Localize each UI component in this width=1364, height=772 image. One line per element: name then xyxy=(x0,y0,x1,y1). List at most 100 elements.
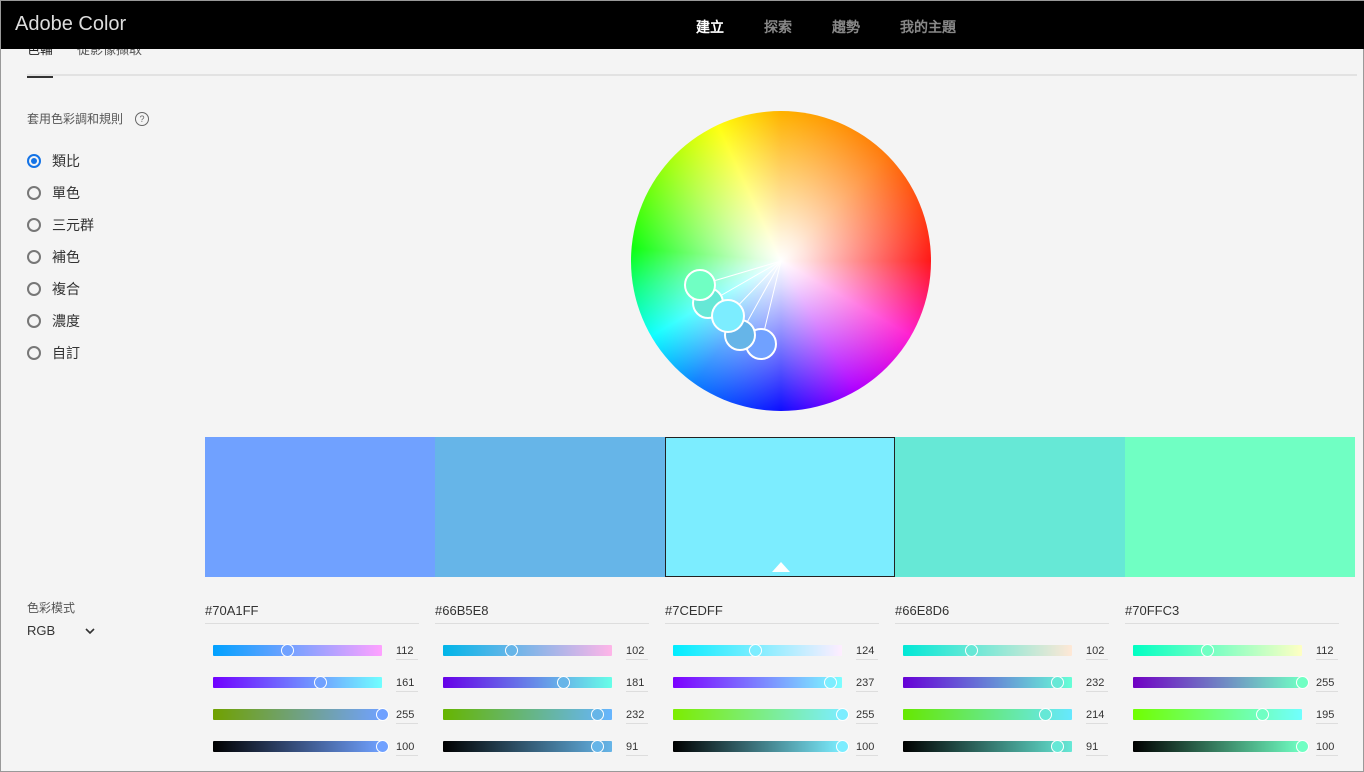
slider-handle[interactable] xyxy=(504,644,518,657)
channel-slider[interactable] xyxy=(443,708,612,721)
channel-slider[interactable] xyxy=(673,708,849,721)
radio-option[interactable]: 濃度 xyxy=(27,305,94,337)
slider-handle[interactable] xyxy=(376,740,389,753)
channel-value[interactable]: 112 xyxy=(396,645,418,660)
radio-option[interactable]: 類比 xyxy=(27,145,94,177)
channel-slider[interactable] xyxy=(443,644,612,657)
color-swatch[interactable] xyxy=(1125,437,1355,577)
channel-value[interactable]: 112 xyxy=(1316,645,1338,660)
channel-value[interactable]: 181 xyxy=(626,677,648,692)
channel-slider[interactable] xyxy=(673,740,849,753)
channel-value[interactable]: 102 xyxy=(1086,645,1108,660)
channel-value[interactable]: 100 xyxy=(856,741,878,756)
slider-handle[interactable] xyxy=(1256,708,1270,721)
slider-handle[interactable] xyxy=(964,644,978,657)
hex-field[interactable]: #7CEDFF xyxy=(665,603,879,624)
color-mode-select[interactable]: RGB xyxy=(27,623,95,638)
radio-option[interactable]: 三元群 xyxy=(27,209,94,241)
slider-handle[interactable] xyxy=(313,676,327,689)
color-editor: #70FFC3 112 255 195 100 xyxy=(1125,603,1339,756)
slider-handle[interactable] xyxy=(1050,740,1064,753)
channel-slider[interactable] xyxy=(903,708,1072,721)
channel-slider[interactable] xyxy=(1133,740,1309,753)
channel-row: 100 xyxy=(1125,740,1339,756)
channel-slider[interactable] xyxy=(213,676,382,689)
wheel-handle[interactable] xyxy=(684,269,716,301)
channel-slider[interactable] xyxy=(213,708,389,721)
color-swatch[interactable] xyxy=(895,437,1125,577)
slider-handle[interactable] xyxy=(836,740,849,753)
hex-field[interactable]: #66E8D6 xyxy=(895,603,1109,624)
radio-button[interactable] xyxy=(27,314,41,328)
radio-button[interactable] xyxy=(27,346,41,360)
channel-value[interactable]: 124 xyxy=(856,645,878,660)
channel-slider[interactable] xyxy=(213,644,382,657)
channel-slider[interactable] xyxy=(673,676,842,689)
channel-value[interactable]: 195 xyxy=(1316,709,1338,724)
hex-field[interactable]: #70FFC3 xyxy=(1125,603,1339,624)
radio-option[interactable]: 補色 xyxy=(27,241,94,273)
channel-value[interactable]: 91 xyxy=(626,741,648,756)
channel-slider[interactable] xyxy=(903,676,1072,689)
wheel-handle[interactable] xyxy=(711,299,745,333)
channel-row: 124 xyxy=(665,644,879,660)
radio-button[interactable] xyxy=(27,250,41,264)
channel-value[interactable]: 232 xyxy=(1086,677,1108,692)
color-swatch[interactable] xyxy=(205,437,435,577)
channel-slider[interactable] xyxy=(673,644,842,657)
nav-trends[interactable]: 趨勢 xyxy=(832,17,860,37)
harmony-rule-heading: 套用色彩調和規則 ? xyxy=(27,110,150,127)
slider-handle[interactable] xyxy=(1296,676,1309,689)
channel-slider[interactable] xyxy=(1133,644,1302,657)
channel-slider[interactable] xyxy=(1133,676,1309,689)
channel-slider[interactable] xyxy=(213,740,389,753)
help-icon[interactable]: ? xyxy=(135,111,150,126)
channel-value[interactable]: 214 xyxy=(1086,709,1108,724)
channel-value[interactable]: 100 xyxy=(1316,741,1338,756)
nav-my-themes[interactable]: 我的主題 xyxy=(900,17,956,37)
radio-option[interactable]: 自訂 xyxy=(27,337,94,369)
radio-button[interactable] xyxy=(27,218,41,232)
color-swatch[interactable] xyxy=(435,437,665,577)
hex-field[interactable]: #66B5E8 xyxy=(435,603,649,624)
channel-slider[interactable] xyxy=(903,740,1072,753)
slider-handle[interactable] xyxy=(749,644,763,657)
channel-slider[interactable] xyxy=(1133,708,1302,721)
app-logo[interactable]: Adobe Color xyxy=(15,13,126,36)
radio-button[interactable] xyxy=(27,154,41,168)
radio-option[interactable]: 複合 xyxy=(27,273,94,305)
slider-handle[interactable] xyxy=(590,708,604,721)
channel-value[interactable]: 255 xyxy=(856,709,878,724)
slider-handle[interactable] xyxy=(281,644,295,657)
channel-row: 255 xyxy=(665,708,879,724)
channel-value[interactable]: 237 xyxy=(856,677,878,692)
radio-button[interactable] xyxy=(27,186,41,200)
radio-option[interactable]: 單色 xyxy=(27,177,94,209)
slider-handle[interactable] xyxy=(824,676,838,689)
channel-value[interactable]: 102 xyxy=(626,645,648,660)
channel-value[interactable]: 232 xyxy=(626,709,648,724)
color-swatch[interactable] xyxy=(665,437,895,577)
channel-value[interactable]: 255 xyxy=(1316,677,1338,692)
channel-slider[interactable] xyxy=(443,676,612,689)
hex-field[interactable]: #70A1FF xyxy=(205,603,419,624)
nav-create[interactable]: 建立 xyxy=(696,17,724,37)
slider-handle[interactable] xyxy=(1050,676,1064,689)
slider-handle[interactable] xyxy=(836,708,849,721)
slider-handle[interactable] xyxy=(1038,708,1052,721)
channel-value[interactable]: 255 xyxy=(396,709,418,724)
channel-row: 255 xyxy=(1125,676,1339,692)
channel-slider[interactable] xyxy=(443,740,612,753)
nav-explore[interactable]: 探索 xyxy=(764,17,792,37)
slider-handle[interactable] xyxy=(590,740,604,753)
channel-value[interactable]: 91 xyxy=(1086,741,1108,756)
slider-handle[interactable] xyxy=(1201,644,1215,657)
channel-value[interactable]: 100 xyxy=(396,741,418,756)
slider-handle[interactable] xyxy=(1296,740,1309,753)
slider-handle[interactable] xyxy=(376,708,389,721)
slider-handle[interactable] xyxy=(556,676,570,689)
channel-row: 112 xyxy=(1125,644,1339,660)
radio-button[interactable] xyxy=(27,282,41,296)
channel-slider[interactable] xyxy=(903,644,1072,657)
channel-value[interactable]: 161 xyxy=(396,677,418,692)
